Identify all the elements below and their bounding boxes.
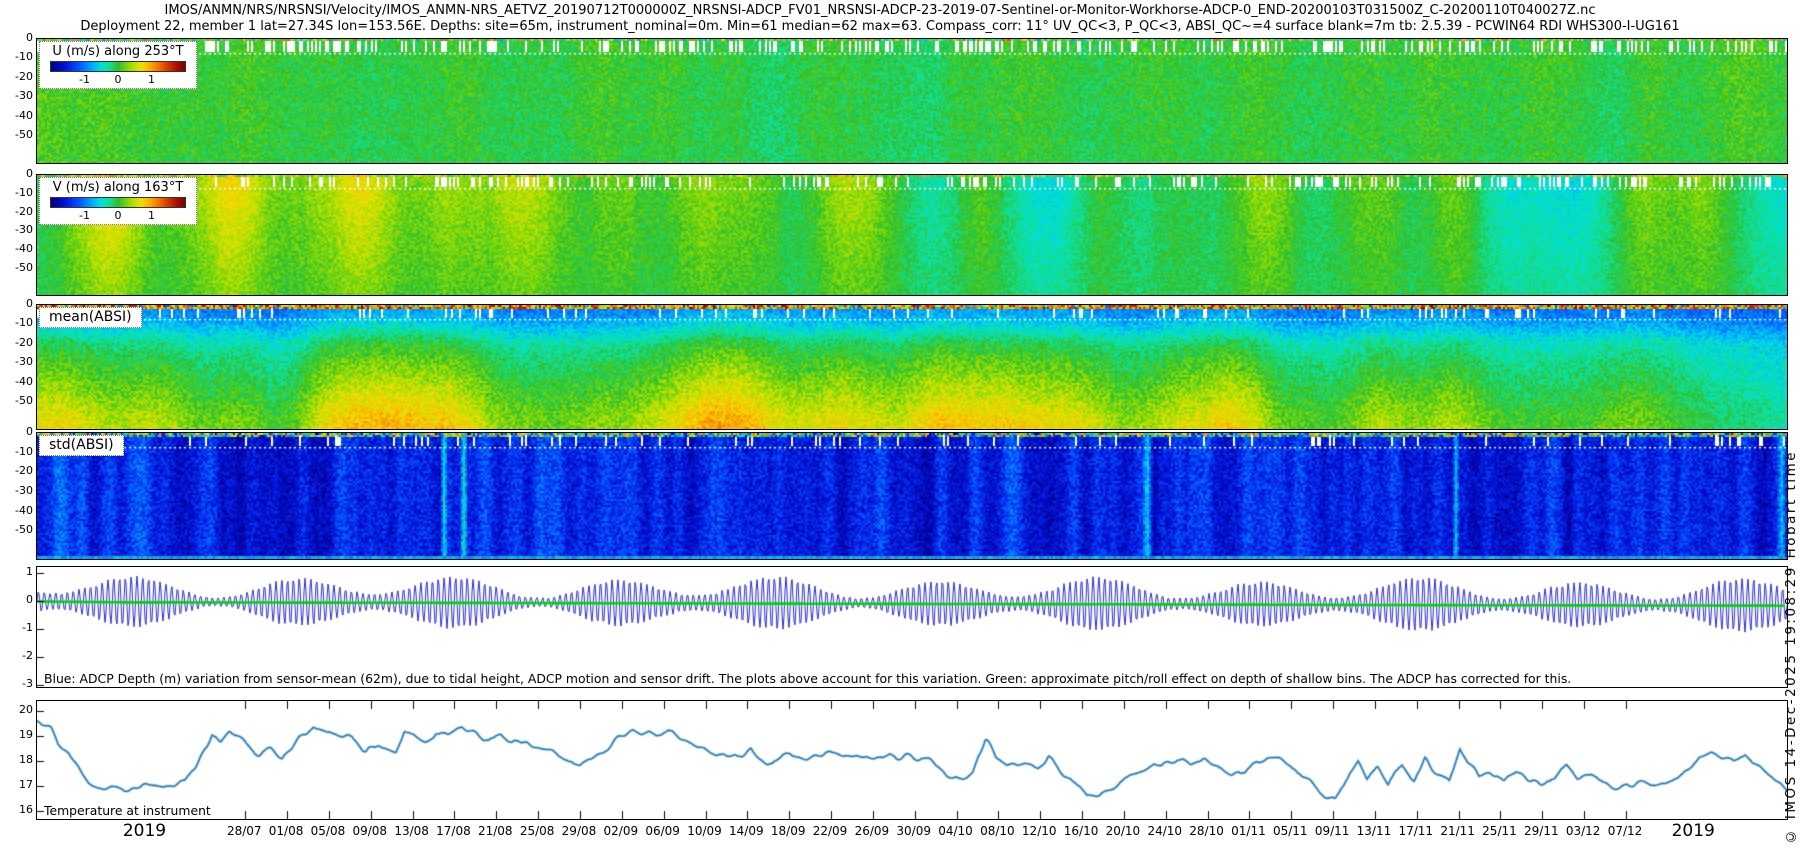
v_velocity-plot-area: [37, 175, 1787, 295]
figure-root: IMOS/ANMN/NRS/NRSNSI/Velocity/IMOS_ANMN-…: [0, 0, 1800, 850]
depth_variation-ytick: 0: [0, 594, 33, 606]
temperature-label: Temperature at instrument: [44, 803, 211, 818]
v_velocity-ytick: -40: [0, 243, 33, 255]
v_velocity-ytick: -10: [0, 187, 33, 199]
year-label-left: 2019: [105, 821, 185, 841]
u_velocity-ytick: 0: [0, 32, 33, 44]
panel-u_velocity: U (m/s) along 253°T -1 0 1: [36, 38, 1788, 164]
u_velocity-ytick: -20: [0, 71, 33, 83]
u_velocity-legend: U (m/s) along 253°T -1 0 1: [39, 41, 197, 89]
u_velocity-colorbar: [50, 61, 186, 72]
v_velocity-colorbar-tick: 0: [115, 209, 122, 222]
panel-v_velocity: V (m/s) along 163°T -1 0 1: [36, 174, 1788, 296]
panel-temperature: Temperature at instrument: [36, 700, 1788, 820]
temperature-ytick: 20: [0, 704, 33, 716]
v_velocity-ytick: -20: [0, 206, 33, 218]
std_absi-ytick: 0: [0, 426, 33, 438]
v_velocity-legend: V (m/s) along 163°T -1 0 1: [39, 177, 197, 225]
temperature-plot-area: [37, 701, 1787, 819]
std_absi-ytick: -50: [0, 524, 33, 536]
v_velocity-colorbar: [50, 197, 186, 208]
v_velocity-colorbar-tick: 1: [148, 209, 155, 222]
v_velocity-ytick: -30: [0, 224, 33, 236]
temperature-ytick: 17: [0, 779, 33, 791]
mean_absi-ytick: -30: [0, 356, 33, 368]
u_velocity-ytick: -50: [0, 129, 33, 141]
figure-title-line1: IMOS/ANMN/NRS/NRSNSI/Velocity/IMOS_ANMN-…: [0, 3, 1760, 18]
credit-vertical-text: © IMOS 14-Dec-2025 19:08:29 Hobart time: [1783, 450, 1799, 844]
v_velocity-legend-title: V (m/s) along 163°T: [50, 180, 186, 195]
std_absi-label: std(ABSI): [39, 435, 124, 456]
panel-std_absi: std(ABSI): [36, 432, 1788, 560]
panel-depth_variation: Blue: ADCP Depth (m) variation from sens…: [36, 566, 1788, 688]
mean_absi-plot-area: [37, 305, 1787, 429]
mean_absi-ytick: 0: [0, 298, 33, 310]
depth-variation-note: Blue: ADCP Depth (m) variation from sens…: [44, 671, 1571, 686]
u_velocity-ytick: -10: [0, 51, 33, 63]
u_velocity-ytick: -40: [0, 110, 33, 122]
v_velocity-colorbar-ticks: -1 0 1: [51, 208, 185, 221]
mean_absi-ytick: -50: [0, 395, 33, 407]
depth_variation-ytick: 1: [0, 566, 33, 578]
mean_absi-ytick: -10: [0, 317, 33, 329]
depth_variation-ytick: -3: [0, 678, 33, 690]
u_velocity-colorbar-tick: 0: [115, 73, 122, 86]
date-tick-label: 07/12: [1597, 824, 1653, 838]
std_absi-ytick: -10: [0, 446, 33, 458]
temperature-ytick: 16: [0, 804, 33, 816]
std_absi-ytick: -40: [0, 505, 33, 517]
figure-title-line2: Deployment 22, member 1 lat=27.34S lon=1…: [0, 19, 1760, 34]
u_velocity-legend-title: U (m/s) along 253°T: [50, 44, 186, 59]
panel-mean_absi: mean(ABSI): [36, 304, 1788, 430]
mean_absi-ytick: -20: [0, 337, 33, 349]
u_velocity-colorbar-tick: -1: [79, 73, 90, 86]
std_absi-plot-area: [37, 433, 1787, 559]
u_velocity-plot-area: [37, 39, 1787, 163]
u_velocity-ytick: -30: [0, 90, 33, 102]
depth_variation-ytick: -1: [0, 622, 33, 634]
year-label-right: 2019: [1653, 821, 1733, 841]
std_absi-ytick: -30: [0, 485, 33, 497]
v_velocity-colorbar-tick: -1: [79, 209, 90, 222]
temperature-ytick: 18: [0, 754, 33, 766]
v_velocity-ytick: 0: [0, 168, 33, 180]
v_velocity-ytick: -50: [0, 262, 33, 274]
u_velocity-colorbar-tick: 1: [148, 73, 155, 86]
mean_absi-label: mean(ABSI): [39, 307, 142, 328]
std_absi-ytick: -20: [0, 465, 33, 477]
u_velocity-colorbar-ticks: -1 0 1: [51, 72, 185, 85]
depth_variation-plot-area: [37, 567, 1787, 687]
mean_absi-ytick: -40: [0, 376, 33, 388]
temperature-ytick: 19: [0, 729, 33, 741]
depth_variation-ytick: -2: [0, 650, 33, 662]
